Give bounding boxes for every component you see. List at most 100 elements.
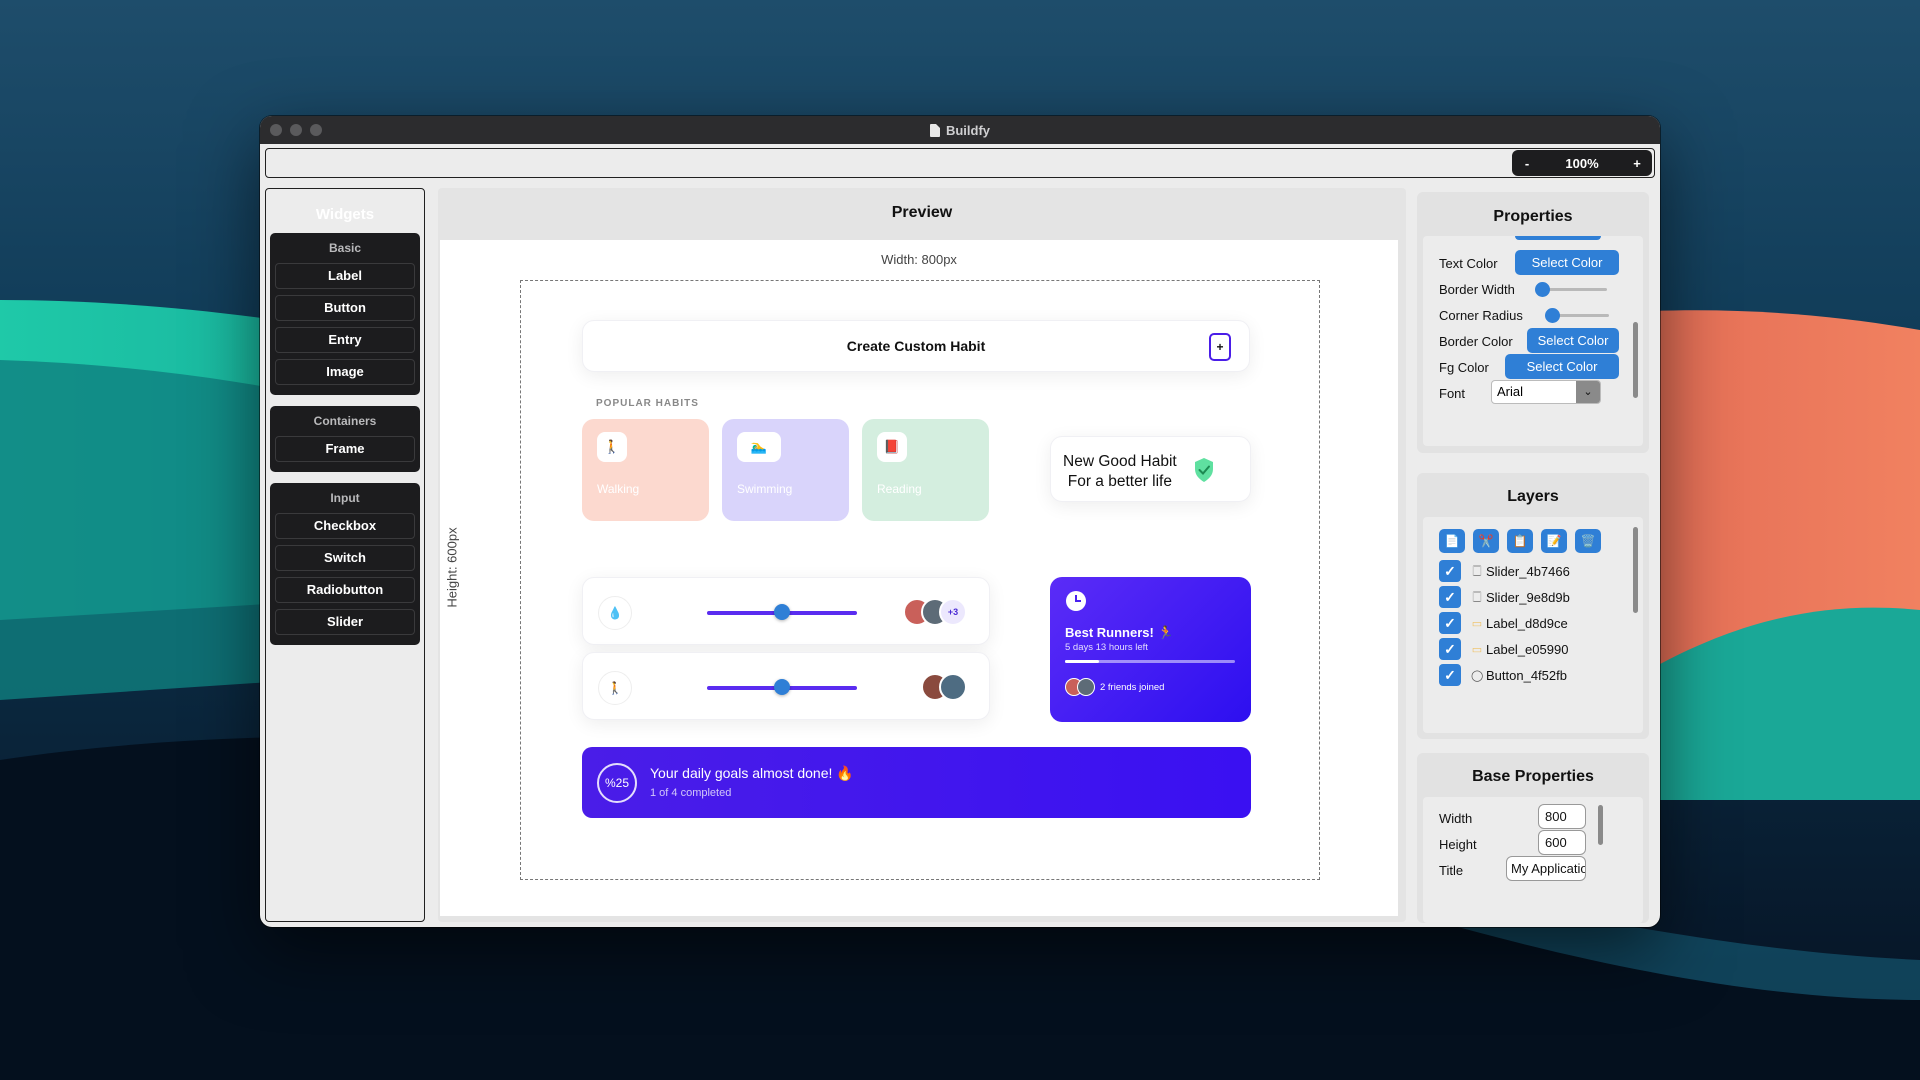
layer-name: Label_e05990 [1486,641,1569,657]
walking-slider[interactable] [707,679,857,695]
font-select[interactable]: Arial ⌄ [1491,380,1601,404]
border-color-label: Border Color [1439,334,1513,349]
create-habit-label: Create Custom Habit [846,338,986,354]
layers-title: Layers [1507,488,1559,505]
habit-name: Swimming [737,482,793,496]
button-layer-icon: ◯ [1471,669,1484,682]
corner-radius-slider[interactable] [1545,308,1609,323]
habit-card-swimming[interactable]: 🏊‍♂ Swimming [722,419,849,521]
widget-button-button[interactable]: Button [275,295,415,321]
zoom-level: 100% [1565,155,1599,171]
habit-card-walking[interactable]: 🚶 Walking [582,419,709,521]
base-properties-scrollbar[interactable] [1598,805,1603,845]
paste-icon[interactable]: 📋 [1507,529,1533,553]
layer-row[interactable]: ✓ ◯ Button_4f52fb [1439,664,1567,686]
canvas-width-label: Width: 800px [881,252,957,267]
slider-knob[interactable] [1535,282,1550,297]
border-color-button[interactable]: Select Color [1527,328,1619,353]
font-select-value: Arial [1497,384,1524,399]
title-field[interactable]: My Applicatior [1506,856,1586,881]
layers-scrollbar[interactable] [1633,527,1638,613]
friends-joined-text: 2 friends joined [1100,681,1165,693]
slider-knob[interactable] [774,604,790,620]
fg-color-button[interactable]: Select Color [1505,354,1619,379]
layer-row[interactable]: ✓ 🀆 Slider_4b7466 [1439,560,1570,582]
cut-icon[interactable]: ✂️ [1473,529,1499,553]
width-field[interactable]: 800 [1538,804,1586,829]
water-drop-icon: 💧 [598,596,632,630]
border-width-label: Border Width [1439,282,1515,297]
width-label: Width [1439,811,1473,826]
runners-time-left: 5 days 13 hours left [1065,642,1148,653]
window-controls [270,124,322,136]
zoom-window-button[interactable] [310,124,322,136]
slider-knob[interactable] [1545,308,1560,323]
widgets-title: Widgets [315,206,375,223]
widgets-panel: Widgets Basic Label Button Entry Image C… [265,188,425,922]
layer-row[interactable]: ✓ ▭ Label_d8d9ce [1439,612,1568,634]
widget-switch-button[interactable]: Switch [275,545,415,571]
app-frame[interactable]: Create Custom Habit + POPULAR HABITS 🚶 W… [520,280,1320,880]
new-habit-line2: For a better life [1067,473,1172,490]
widget-group-basic: Basic Label Button Entry Image [270,233,420,395]
avatar [1077,678,1095,696]
text-color-button[interactable]: Select Color [1515,250,1619,275]
best-runners-card[interactable]: Best Runners! 🏃 5 days 13 hours left 2 f… [1050,577,1251,722]
zoom-in-button[interactable]: + [1630,156,1644,171]
canvas-height-label: Height: 600px [444,527,460,608]
layer-row[interactable]: ✓ ▭ Label_e05990 [1439,638,1568,660]
properties-scrollbar[interactable] [1633,322,1638,398]
layer-visible-checkbox[interactable]: ✓ [1439,586,1461,608]
zoom-out-button[interactable]: - [1520,156,1534,171]
minimize-window-button[interactable] [290,124,302,136]
title-label: Title [1439,863,1464,878]
widget-label-button[interactable]: Label [275,263,415,289]
swimming-icon: 🏊‍♂ [737,432,781,462]
add-habit-button[interactable]: + [1209,333,1231,361]
preview-canvas: Width: 800px Height: 600px Create Custom… [440,240,1398,916]
walking-icon: 🚶 [597,432,627,462]
rename-icon[interactable]: 📝 [1541,529,1567,553]
trash-icon[interactable]: 🗑️ [1575,529,1601,553]
widget-frame-button[interactable]: Frame [275,436,415,462]
habit-name: Walking [597,482,640,496]
runners-friends: 2 friends joined [1065,678,1164,696]
goal-subtitle: 1 of 4 completed [650,787,732,799]
new-habit-line1: New Good Habit [1063,453,1177,470]
widget-group-input: Input Checkbox Switch Radiobutton Slider [270,483,420,645]
widget-checkbox-button[interactable]: Checkbox [275,513,415,539]
create-habit-card[interactable]: Create Custom Habit + [582,320,1250,372]
preview-panel: Preview Width: 800px Height: 600px Creat… [438,188,1406,922]
slider-knob[interactable] [774,679,790,695]
goal-title: Your daily goals almost done! 🔥 [650,765,854,781]
widget-radiobutton-button[interactable]: Radiobutton [275,577,415,603]
goal-percent-badge: %25 [597,763,637,803]
new-layer-icon[interactable]: 📄 [1439,529,1465,553]
water-slider[interactable] [707,604,857,620]
layer-visible-checkbox[interactable]: ✓ [1439,664,1461,686]
height-field[interactable]: 600 [1538,830,1586,855]
widget-group-containers: Containers Frame [270,406,420,472]
scrolled-color-button[interactable] [1515,236,1601,240]
habit-card-reading[interactable]: 📕 Reading [862,419,989,521]
tracker-card-water: 💧 +3 [582,577,990,645]
daily-goals-banner[interactable]: %25 Your daily goals almost done! 🔥 1 of… [582,747,1251,818]
close-window-button[interactable] [270,124,282,136]
habit-name: Reading [877,482,922,496]
widget-image-button[interactable]: Image [275,359,415,385]
layer-name: Button_4f52fb [1486,667,1567,683]
layer-row[interactable]: ✓ 🀆 Slider_9e8d9b [1439,586,1570,608]
layer-visible-checkbox[interactable]: ✓ [1439,560,1461,582]
title-bar: Buildfy [260,116,1660,144]
chevron-down-icon: ⌄ [1576,381,1600,403]
widget-slider-button[interactable]: Slider [275,609,415,635]
layer-visible-checkbox[interactable]: ✓ [1439,638,1461,660]
properties-title: Properties [1493,208,1573,225]
new-habit-card[interactable]: New Good Habit For a better life [1050,436,1251,502]
layer-visible-checkbox[interactable]: ✓ [1439,612,1461,634]
border-width-slider[interactable] [1535,282,1607,297]
layer-name: Label_d8d9ce [1486,615,1568,631]
clock-icon [1066,591,1086,611]
corner-radius-label: Corner Radius [1439,308,1523,323]
widget-entry-button[interactable]: Entry [275,327,415,353]
